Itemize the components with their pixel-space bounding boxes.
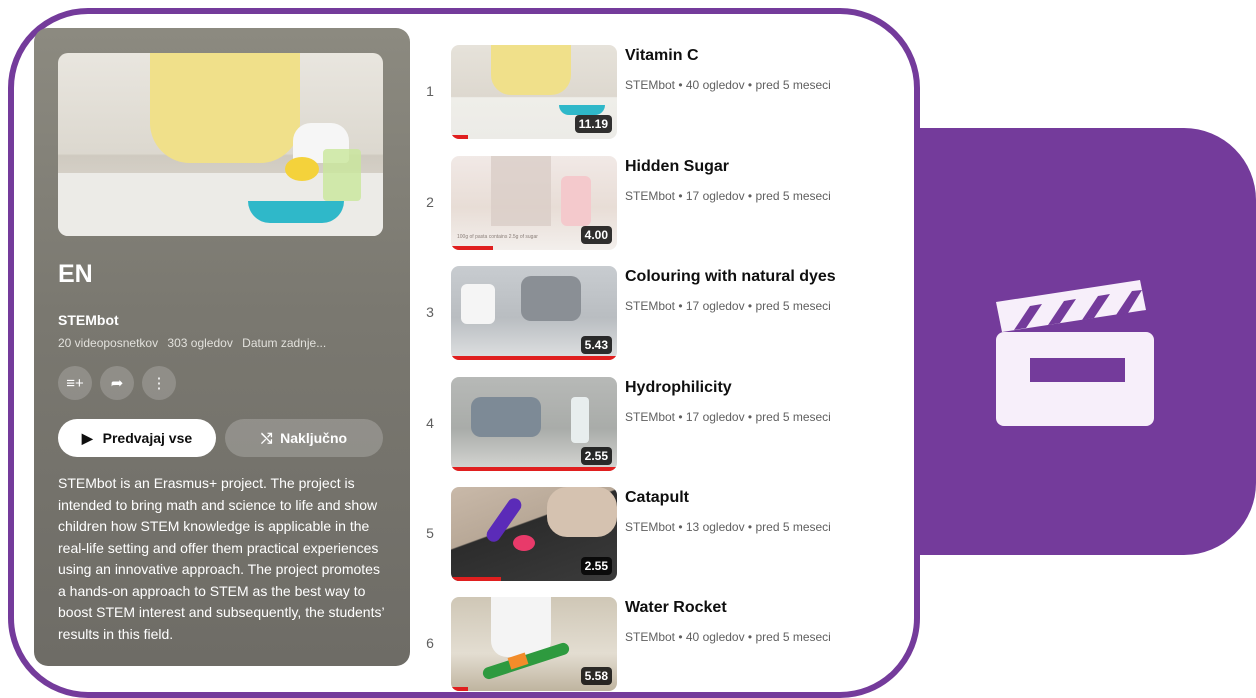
video-item[interactable]: 5 2.55 Catapult STEMbot • 13 ogledov • p…: [420, 487, 900, 583]
shuffle-label: Naključno: [280, 430, 348, 446]
video-thumbnail[interactable]: 5.43: [451, 266, 617, 360]
more-icon: ⋮: [151, 375, 167, 392]
video-item[interactable]: 4 2.55 Hydrophilicity STEMbot • 17 ogled…: [420, 377, 900, 473]
last-updated: Datum zadnje...: [242, 336, 327, 350]
video-item[interactable]: 3 5.43 Colouring with natural dyes STEMb…: [420, 266, 900, 362]
video-meta: STEMbot • 40 ogledov • pred 5 meseci: [625, 630, 831, 644]
video-index: 3: [426, 304, 434, 320]
video-thumbnail[interactable]: 5.58: [451, 597, 617, 691]
video-title[interactable]: Hydrophilicity: [625, 379, 732, 397]
channel-name[interactable]: STEMbot: [58, 312, 119, 328]
play-all-button[interactable]: ▶ Predvajaj vse: [58, 419, 216, 457]
video-meta: STEMbot • 13 ogledov • pred 5 meseci: [625, 520, 831, 534]
video-meta: STEMbot • 17 ogledov • pred 5 meseci: [625, 410, 831, 424]
playlist-stats: 20 videoposnetkov 303 ogledov Datum zadn…: [58, 336, 332, 350]
watch-progress: [451, 467, 617, 471]
shuffle-icon: ⤭: [260, 429, 273, 446]
video-index: 2: [426, 194, 434, 210]
video-title[interactable]: Colouring with natural dyes: [625, 268, 836, 286]
video-index: 4: [426, 415, 434, 431]
video-duration: 2.55: [580, 447, 612, 465]
video-item[interactable]: 6 5.58 Water Rocket STEMbot • 40 ogledov…: [420, 597, 900, 693]
video-meta: STEMbot • 17 ogledov • pred 5 meseci: [625, 189, 831, 203]
shuffle-button[interactable]: ⤭ Naključno: [225, 419, 383, 457]
video-title[interactable]: Vitamin C: [625, 47, 699, 65]
more-button[interactable]: ⋮: [142, 366, 176, 400]
video-title[interactable]: Hidden Sugar: [625, 158, 729, 176]
video-thumbnail[interactable]: 2.55: [451, 487, 617, 581]
clapperboard-icon: [996, 280, 1154, 426]
watch-progress: [451, 135, 468, 139]
view-count: 303 ogledov: [167, 336, 233, 350]
watch-progress: [451, 577, 501, 581]
play-all-label: Predvajaj vse: [102, 430, 193, 446]
thumbnail-caption: 100g of pasta contains 2.5g of sugar: [457, 234, 538, 240]
video-thumbnail[interactable]: 11.19: [451, 45, 617, 139]
share-button[interactable]: ➦: [100, 366, 134, 400]
video-index: 1: [426, 83, 434, 99]
video-thumbnail[interactable]: 100g of pasta contains 2.5g of sugar 4.0…: [451, 156, 617, 250]
video-item[interactable]: 1 11.19 Vitamin C STEMbot • 40 ogledov •…: [420, 45, 900, 141]
add-to-queue-button[interactable]: ≡+: [58, 366, 92, 400]
video-title[interactable]: Catapult: [625, 489, 689, 507]
watch-progress: [451, 246, 493, 250]
playlist-thumbnail[interactable]: [58, 53, 383, 236]
playlist-title: EN: [58, 260, 93, 288]
playlist-panel: EN STEMbot 20 videoposnetkov 303 ogledov…: [34, 28, 410, 666]
add-to-queue-icon: ≡+: [66, 374, 84, 392]
video-duration: 5.43: [580, 336, 612, 354]
play-icon: ▶: [81, 429, 93, 446]
watch-progress: [451, 687, 468, 691]
video-index: 6: [426, 635, 434, 651]
video-item[interactable]: 2 100g of pasta contains 2.5g of sugar 4…: [420, 156, 900, 252]
share-icon: ➦: [110, 375, 124, 392]
video-duration: 4.00: [580, 226, 612, 244]
video-duration: 5.58: [580, 667, 612, 685]
video-meta: STEMbot • 40 ogledov • pred 5 meseci: [625, 78, 831, 92]
video-meta: STEMbot • 17 ogledov • pred 5 meseci: [625, 299, 831, 313]
watch-progress: [451, 356, 617, 360]
playlist-description: STEMbot is an Erasmus+ project. The proj…: [58, 475, 385, 642]
video-title[interactable]: Water Rocket: [625, 599, 727, 617]
video-count: 20 videoposnetkov: [58, 336, 159, 350]
video-thumbnail[interactable]: 2.55: [451, 377, 617, 471]
video-duration: 2.55: [580, 557, 612, 575]
video-duration: 11.19: [574, 115, 612, 133]
video-index: 5: [426, 525, 434, 541]
